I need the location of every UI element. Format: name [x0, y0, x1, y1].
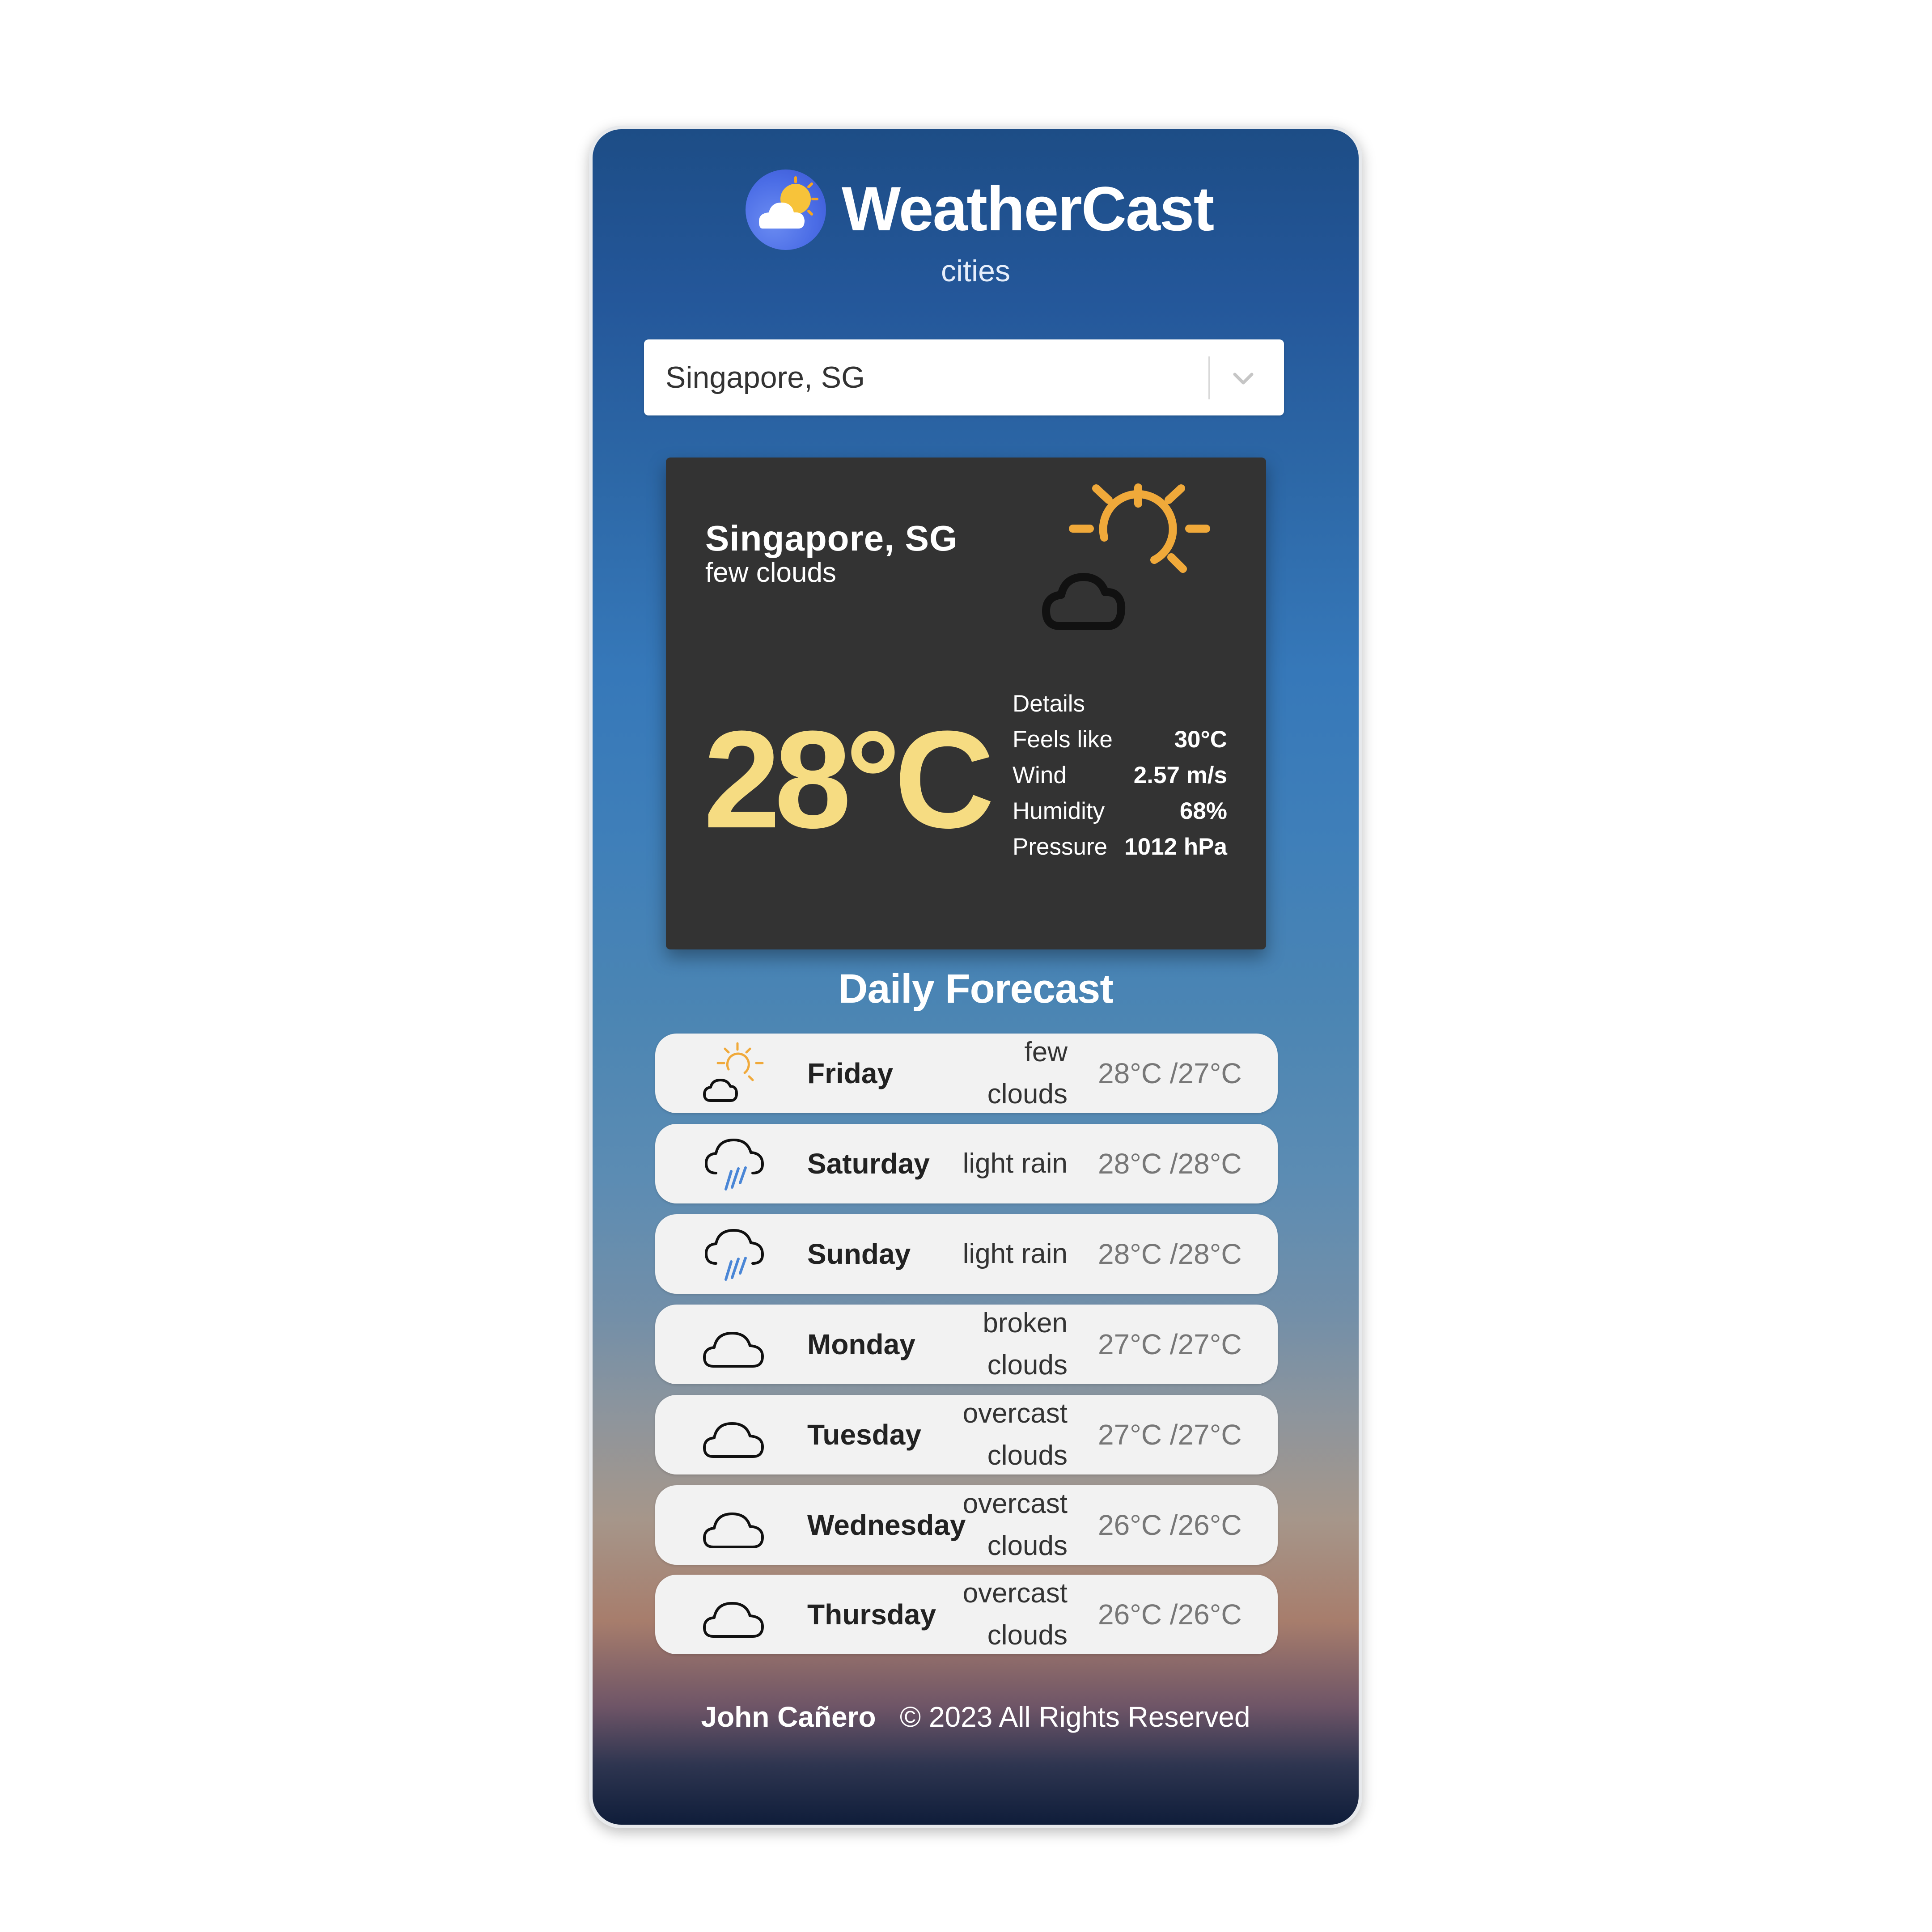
cloud-icon	[700, 1581, 767, 1648]
sun-behind-cloud-icon	[1037, 478, 1225, 650]
forecast-description: light rain	[962, 1148, 1068, 1179]
forecast-description: overcast clouds	[962, 1578, 1068, 1651]
app-subtitle: cities	[941, 254, 1010, 288]
detail-value: 30°C	[1174, 726, 1227, 753]
forecast-day: Friday	[807, 1057, 894, 1089]
detail-humidity: Humidity 68%	[1013, 797, 1227, 833]
forecast-day: Saturday	[807, 1148, 930, 1180]
detail-label: Feels like	[1013, 726, 1113, 753]
forecast-title: Daily Forecast	[838, 966, 1114, 1012]
forecast-day: Sunday	[807, 1238, 911, 1270]
detail-feels-like: Feels like 30°C	[1013, 726, 1227, 762]
forecast-row-wednesday[interactable]: Wednesday overcast clouds 26°C /26°C	[655, 1485, 1278, 1565]
forecast-day: Tuesday	[807, 1419, 921, 1451]
footer-author: John Cañero	[701, 1701, 876, 1733]
current-description: few clouds	[705, 557, 836, 588]
current-temperature: 28°C	[703, 702, 995, 857]
forecast-range: 27°C /27°C	[1098, 1419, 1242, 1451]
rain-cloud-icon	[700, 1220, 767, 1288]
detail-value: 2.57 m/s	[1133, 762, 1227, 788]
city-select-value: Singapore, SG	[665, 360, 865, 394]
forecast-description: overcast clouds	[962, 1398, 1068, 1471]
forecast-range: 26°C /26°C	[1098, 1598, 1242, 1631]
forecast-range: 28°C /28°C	[1098, 1238, 1242, 1270]
forecast-row-monday[interactable]: Monday broken clouds 27°C /27°C	[655, 1305, 1278, 1384]
forecast-day: Thursday	[807, 1598, 936, 1631]
forecast-range: 26°C /26°C	[1098, 1509, 1242, 1541]
forecast-range: 28°C /28°C	[1098, 1148, 1242, 1180]
forecast-day: Monday	[807, 1328, 915, 1360]
current-weather-card: Singapore, SG few clouds 28°C Details Fe…	[666, 458, 1266, 949]
rain-cloud-icon	[700, 1130, 767, 1197]
forecast-day: Wednesday	[807, 1509, 966, 1541]
app-frame: WeatherCast cities Singapore, SG Singapo…	[589, 126, 1362, 1828]
forecast-description: overcast clouds	[962, 1488, 1068, 1561]
forecast-row-tuesday[interactable]: Tuesday overcast clouds 27°C /27°C	[655, 1395, 1278, 1474]
sun-cloud-icon	[700, 1040, 767, 1107]
detail-value: 68%	[1179, 798, 1227, 824]
app-title: WeatherCast	[842, 174, 1214, 244]
detail-label: Wind	[1013, 762, 1067, 788]
cloud-icon	[700, 1491, 767, 1559]
forecast-row-saturday[interactable]: Saturday light rain 28°C /28°C	[655, 1124, 1278, 1203]
cloud-icon	[700, 1401, 767, 1468]
detail-label: Pressure	[1013, 834, 1108, 860]
details-label: Details	[1013, 691, 1085, 717]
detail-pressure: Pressure 1012 hPa	[1013, 833, 1227, 869]
forecast-range: 27°C /27°C	[1098, 1328, 1242, 1360]
weather-logo-icon	[746, 169, 826, 250]
footer-rights: © 2023 All Rights Reserved	[899, 1701, 1250, 1733]
city-select[interactable]: Singapore, SG	[644, 339, 1284, 415]
forecast-range: 28°C /27°C	[1098, 1057, 1242, 1089]
forecast-description: few clouds	[987, 1037, 1068, 1110]
chevron-down-icon[interactable]	[1228, 363, 1259, 396]
forecast-description: light rain	[962, 1238, 1068, 1269]
current-city: Singapore, SG	[705, 518, 958, 558]
footer: John Cañero © 2023 All Rights Reserved	[593, 1700, 1359, 1733]
forecast-row-thursday[interactable]: Thursday overcast clouds 26°C /26°C	[655, 1575, 1278, 1654]
forecast-row-friday[interactable]: Friday few clouds 28°C /27°C	[655, 1034, 1278, 1113]
cloud-icon	[700, 1311, 767, 1378]
detail-wind: Wind 2.57 m/s	[1013, 762, 1227, 797]
detail-label: Humidity	[1013, 798, 1105, 824]
select-separator	[1208, 356, 1210, 399]
forecast-row-sunday[interactable]: Sunday light rain 28°C /28°C	[655, 1214, 1278, 1294]
forecast-description: broken clouds	[983, 1308, 1068, 1381]
detail-value: 1012 hPa	[1124, 834, 1227, 860]
